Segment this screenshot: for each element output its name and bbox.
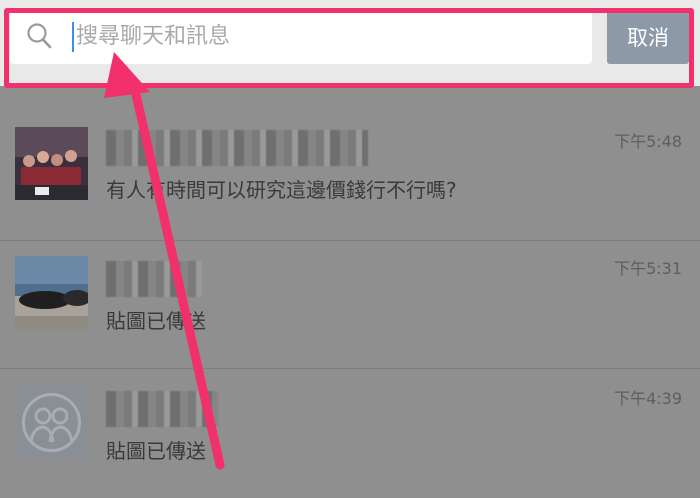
default-group-icon xyxy=(15,386,88,459)
chat-name-blurred xyxy=(106,391,218,427)
chat-row[interactable]: 有人有時間可以研究這邊價錢行不行嗎? 下午5:48 xyxy=(0,86,700,213)
chat-row[interactable]: 貼圖已傳送 下午4:39 xyxy=(0,369,700,496)
chat-name-blurred xyxy=(106,130,368,166)
chat-time: 下午5:48 xyxy=(614,132,682,151)
chat-time: 下午5:31 xyxy=(614,259,682,278)
chat-row[interactable]: 貼圖已傳送 下午5:31 xyxy=(0,241,700,368)
avatar xyxy=(15,256,88,329)
sunglasses-photo-avatar xyxy=(15,256,88,329)
chat-message: 有人有時間可以研究這邊價錢行不行嗎? xyxy=(106,178,457,202)
chat-message: 貼圖已傳送 xyxy=(106,439,206,463)
chat-time: 下午4:39 xyxy=(614,389,682,408)
avatar xyxy=(15,386,88,459)
chat-message: 貼圖已傳送 xyxy=(106,309,206,333)
annotation-highlight-box xyxy=(4,8,694,88)
chat-name-blurred xyxy=(106,261,202,297)
avatar xyxy=(15,127,88,200)
group-photo-avatar xyxy=(15,127,88,200)
